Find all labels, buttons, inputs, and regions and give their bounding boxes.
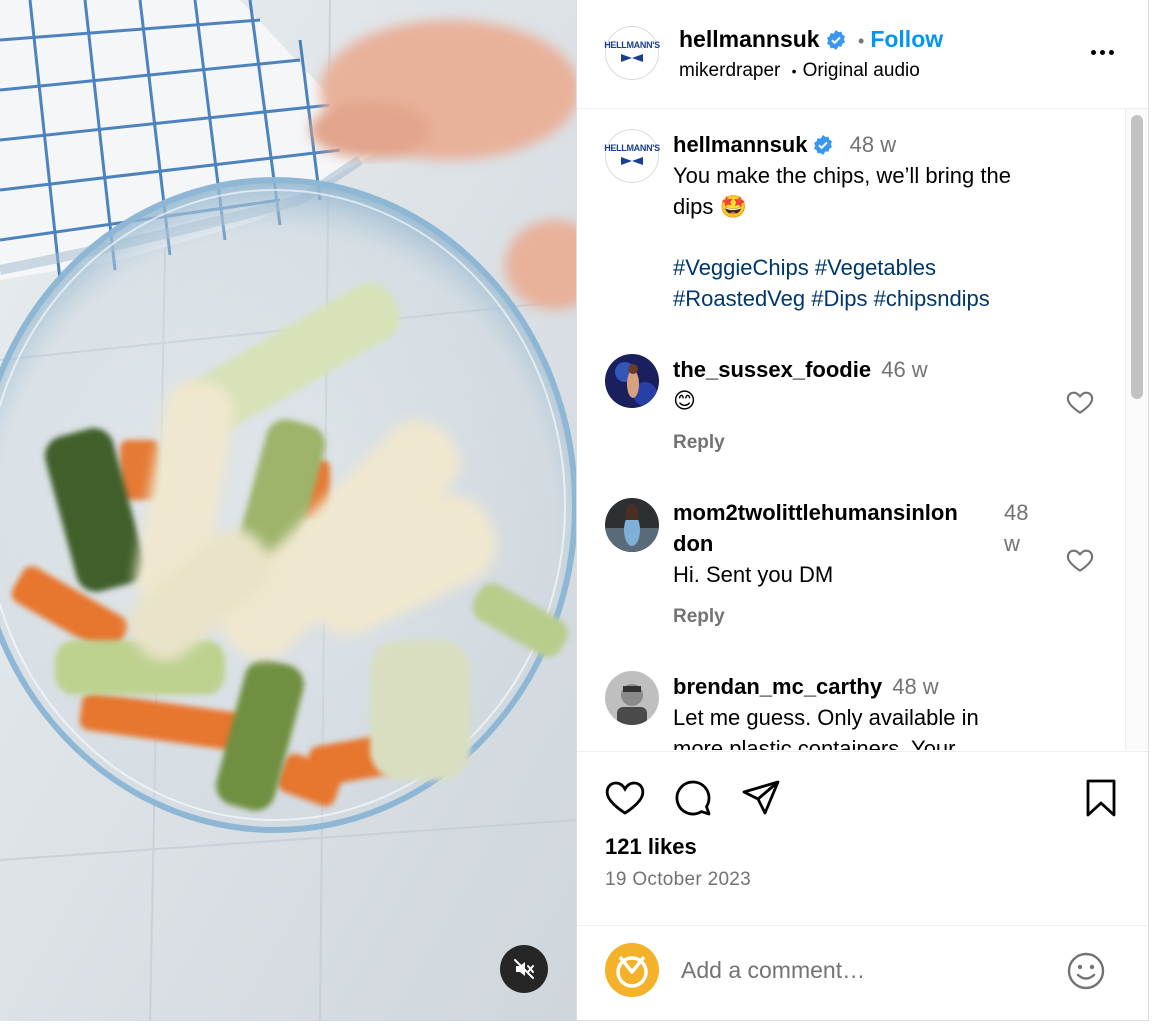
user-avatar-logo-icon bbox=[616, 955, 648, 988]
comment-username[interactable]: the_sussex_foodie bbox=[673, 357, 871, 382]
more-options-button[interactable] bbox=[1085, 40, 1119, 64]
commenter-avatar[interactable] bbox=[605, 671, 659, 725]
hashtag-link[interactable]: #Vegetables bbox=[815, 255, 936, 280]
video-frame bbox=[0, 0, 576, 1021]
hashtag-link[interactable]: #RoastedVeg bbox=[673, 286, 805, 311]
like-comment-heart-icon[interactable] bbox=[1065, 387, 1095, 417]
comment-text-line2: more plastic containers. Your bbox=[673, 736, 956, 750]
post-header: HELLMANN'S hellmannsuk • Follow mikerdrap… bbox=[577, 0, 1148, 109]
like-heart-icon[interactable] bbox=[603, 776, 647, 820]
current-user-avatar[interactable] bbox=[605, 943, 659, 997]
share-send-icon[interactable] bbox=[739, 776, 783, 820]
bow-icon bbox=[621, 156, 643, 165]
mute-button[interactable] bbox=[500, 945, 548, 993]
more-dot-icon bbox=[1108, 49, 1114, 55]
comment-text: Hi. Sent you DM bbox=[673, 562, 834, 587]
hashtag-link[interactable]: #chipsndips bbox=[874, 286, 990, 311]
scrollbar-thumb[interactable] bbox=[1131, 115, 1143, 399]
caption-text-line1: You make the chips, we’ll bring the bbox=[673, 163, 1011, 188]
verified-badge-icon bbox=[826, 30, 845, 50]
audio-separator: • bbox=[791, 63, 797, 79]
save-bookmark-icon[interactable] bbox=[1079, 776, 1123, 820]
more-dot-icon bbox=[1099, 49, 1105, 55]
author-avatar[interactable]: HELLMANN'S bbox=[604, 26, 660, 80]
avatar-brand-text: HELLMANN'S bbox=[604, 142, 660, 153]
caption-username[interactable]: hellmannsuk bbox=[673, 132, 807, 157]
comment-text-line1: Let me guess. Only available in bbox=[673, 705, 979, 730]
bow-icon bbox=[621, 53, 643, 62]
comment-username-line1[interactable]: mom2twolittlehumansinlon bbox=[673, 498, 958, 528]
hashtag-link[interactable]: #Dips bbox=[811, 286, 867, 311]
hashtag-link[interactable]: #VeggieChips bbox=[673, 255, 809, 280]
comment-composer bbox=[577, 925, 1148, 1022]
comments-list[interactable]: HELLMANN'S hellmannsuk 48 w You make the… bbox=[577, 109, 1148, 750]
comment-age[interactable]: 48 bbox=[1004, 498, 1028, 528]
author-username[interactable]: hellmannsuk bbox=[679, 26, 820, 52]
like-comment-heart-icon[interactable] bbox=[1065, 545, 1095, 575]
caption-text-line2: dips 🤩 bbox=[673, 194, 747, 219]
avatar-brand-text: HELLMANN'S bbox=[604, 39, 660, 50]
header-separator: • bbox=[858, 31, 865, 51]
post-media[interactable] bbox=[0, 0, 576, 1021]
comment-age[interactable]: 46 w bbox=[881, 357, 927, 382]
follow-button[interactable]: Follow bbox=[870, 26, 943, 52]
comment-age[interactable]: 48 w bbox=[892, 674, 938, 699]
comment-bubble-icon[interactable] bbox=[671, 776, 715, 820]
reply-button[interactable]: Reply bbox=[673, 606, 725, 628]
mute-icon bbox=[514, 959, 534, 979]
more-dot-icon bbox=[1090, 49, 1096, 55]
comment-text: 😊 bbox=[673, 388, 696, 413]
likes-count[interactable]: 121 likes bbox=[605, 832, 697, 862]
verified-badge-icon bbox=[814, 135, 833, 155]
comment-age-unit: w bbox=[1004, 531, 1020, 556]
commenter-avatar[interactable] bbox=[605, 498, 659, 552]
commenter-avatar[interactable] bbox=[605, 354, 659, 408]
post-date[interactable]: 19 October 2023 bbox=[605, 867, 751, 893]
comments-scrollbar[interactable] bbox=[1125, 109, 1148, 750]
reply-button[interactable]: Reply bbox=[673, 432, 725, 454]
caption-avatar[interactable]: HELLMANN'S bbox=[604, 129, 660, 183]
comment-username-line2[interactable]: don bbox=[673, 529, 713, 559]
audio-author[interactable]: mikerdraper bbox=[679, 60, 780, 81]
add-comment-input[interactable] bbox=[681, 950, 1041, 990]
caption-age[interactable]: 48 w bbox=[850, 132, 896, 157]
emoji-picker-icon[interactable] bbox=[1066, 951, 1106, 991]
post-actions: 121 likes 19 October 2023 bbox=[577, 751, 1148, 927]
comment-username[interactable]: brendan_mc_carthy bbox=[673, 674, 882, 699]
audio-label[interactable]: Original audio bbox=[803, 60, 920, 81]
post-panel: HELLMANN'S hellmannsuk • Follow mikerdrap… bbox=[576, 0, 1149, 1021]
